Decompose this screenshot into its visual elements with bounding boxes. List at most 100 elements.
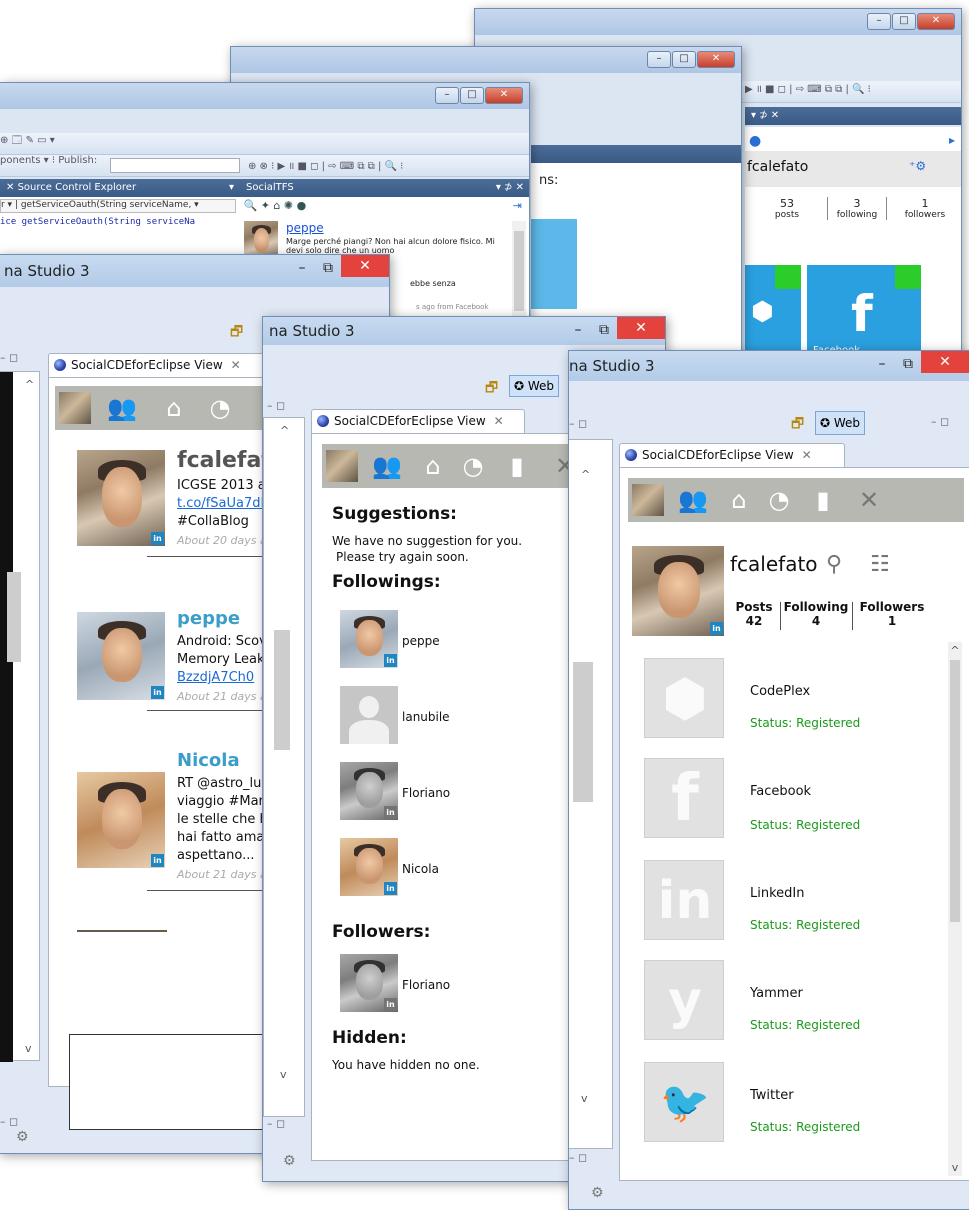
restore-button[interactable]: ⧉ bbox=[591, 322, 617, 338]
editor-minmax[interactable]: – ◻ bbox=[0, 351, 18, 364]
post-link[interactable]: t.co/fSaUa7dI bbox=[177, 496, 264, 511]
close-x-icon[interactable]: ✕ bbox=[854, 485, 884, 515]
following-avatar[interactable]: in bbox=[340, 610, 398, 668]
maximize-button[interactable]: □ bbox=[460, 87, 484, 104]
view-minmax[interactable]: – ◻ bbox=[931, 415, 949, 428]
status-bar-icon[interactable]: ⚙ bbox=[591, 1185, 604, 1201]
stat-posts-value: 42 bbox=[745, 614, 763, 628]
minimize-button[interactable]: – bbox=[647, 51, 671, 68]
close-button[interactable]: ✕ bbox=[485, 87, 523, 104]
perspective-switch-icon[interactable]: 🗗 bbox=[485, 377, 498, 401]
following-name[interactable]: Floriano bbox=[402, 786, 450, 800]
editor-minmax-bottom[interactable]: – ◻ bbox=[569, 1151, 587, 1164]
tab-socialcde-view[interactable]: SocialCDEforEclipse View ✕ bbox=[48, 353, 278, 377]
following-avatar[interactable]: in bbox=[340, 838, 398, 896]
home-icon[interactable]: ⌂ bbox=[724, 485, 754, 515]
close-button[interactable]: ✕ bbox=[921, 351, 969, 373]
status-bar-icon[interactable]: ⚙ bbox=[16, 1129, 29, 1145]
close-button[interactable]: ✕ bbox=[617, 317, 665, 339]
close-tab-icon[interactable]: ✕ bbox=[494, 414, 504, 428]
editor-minmax[interactable]: – ◻ bbox=[569, 417, 587, 430]
perspective-web-button[interactable]: ✪ Web bbox=[509, 375, 560, 397]
member-dropdown[interactable]: r ▾ | getServiceOauth(String serviceName… bbox=[0, 199, 236, 213]
scroll-thumb[interactable] bbox=[7, 572, 21, 662]
restore-button[interactable]: ⧉ bbox=[895, 356, 921, 372]
close-button[interactable]: ✕ bbox=[917, 13, 955, 30]
post-user-link[interactable]: peppe bbox=[286, 221, 324, 235]
clock-icon[interactable]: ◔ bbox=[458, 451, 488, 481]
service-tile-linkedin[interactable]: in bbox=[644, 860, 724, 940]
minimize-button[interactable]: – bbox=[867, 13, 891, 30]
following-avatar[interactable]: in bbox=[340, 762, 398, 820]
clock-icon[interactable]: ◔ bbox=[205, 393, 235, 423]
close-button[interactable]: ✕ bbox=[697, 51, 735, 68]
scroll-thumb[interactable] bbox=[573, 662, 593, 802]
settings-sliders-icon[interactable]: ☷ bbox=[870, 552, 890, 577]
services-scrollbar[interactable]: ^ v bbox=[948, 642, 962, 1176]
people-icon[interactable]: 👥 bbox=[678, 485, 708, 515]
user-avatar-button[interactable] bbox=[59, 392, 91, 424]
editor-minmax[interactable]: – ◻ bbox=[267, 399, 285, 412]
maximize-button[interactable]: □ bbox=[672, 51, 696, 68]
window-controls: – □ ✕ bbox=[435, 87, 523, 104]
perspective-switch-icon[interactable]: 🗗 bbox=[791, 413, 804, 437]
following-avatar[interactable] bbox=[340, 686, 398, 744]
post-link[interactable]: BzzdjA7Ch0 bbox=[177, 670, 254, 685]
tab-socialcde-view[interactable]: SocialCDEforEclipse View ✕ bbox=[619, 443, 845, 467]
maximize-button[interactable]: □ bbox=[892, 13, 916, 30]
expand-icon[interactable]: ▸ bbox=[949, 133, 955, 147]
tab-source-control-explorer[interactable]: ✕ Source Control Explorer ▾ bbox=[0, 179, 240, 197]
service-tile-twitter[interactable]: 🐦 bbox=[644, 1062, 724, 1142]
minimize-button[interactable]: – bbox=[565, 322, 591, 338]
following-name[interactable]: lanubile bbox=[402, 710, 450, 724]
editor-minmax-bottom[interactable]: – ◻ bbox=[0, 1115, 18, 1128]
scroll-down-arrow[interactable]: v bbox=[280, 1068, 287, 1081]
add-user-icon[interactable]: ⁺⚙ bbox=[909, 159, 926, 173]
following-name[interactable]: Nicola bbox=[402, 862, 439, 876]
restore-button[interactable]: ⧉ bbox=[315, 260, 341, 276]
status-bar-icon[interactable]: ⚙ bbox=[283, 1153, 296, 1169]
tab-socialcde-view[interactable]: SocialCDEforEclipse View ✕ bbox=[311, 409, 525, 433]
service-tile-facebook[interactable]: f Facebook bbox=[807, 265, 921, 357]
clock-icon[interactable]: ◔ bbox=[764, 485, 794, 515]
scroll-down-arrow[interactable]: v bbox=[948, 1161, 962, 1174]
follower-name[interactable]: Floriano bbox=[402, 978, 450, 992]
close-tab-icon[interactable]: ✕ bbox=[231, 358, 241, 372]
perspective-switch-icon[interactable]: 🗗 bbox=[230, 321, 243, 345]
service-name: Yammer bbox=[750, 986, 803, 1001]
service-tile-facebook[interactable]: f bbox=[644, 758, 724, 838]
search-icon[interactable]: ⚲ bbox=[826, 552, 842, 577]
minimize-button[interactable]: – bbox=[435, 87, 459, 104]
people-icon[interactable]: 👥 bbox=[372, 451, 402, 481]
home-icon[interactable]: ⌂ bbox=[418, 451, 448, 481]
scroll-up-arrow[interactable]: ^ bbox=[280, 424, 289, 437]
following-name[interactable]: peppe bbox=[402, 634, 440, 648]
scroll-up-arrow[interactable]: ^ bbox=[948, 644, 962, 657]
mouse-icon[interactable]: ▮ bbox=[808, 485, 838, 515]
scroll-thumb[interactable] bbox=[950, 660, 960, 922]
user-avatar-button[interactable] bbox=[632, 484, 664, 516]
publish-dropdown[interactable] bbox=[110, 158, 240, 173]
home-icon[interactable]: ⌂ bbox=[159, 393, 189, 423]
scroll-thumb[interactable] bbox=[274, 630, 290, 750]
service-tile-yammer[interactable]: y bbox=[644, 960, 724, 1040]
minimize-button[interactable]: – bbox=[869, 356, 895, 372]
scroll-down-arrow[interactable]: v bbox=[581, 1092, 588, 1105]
twitter-icon: 🐦 bbox=[660, 1080, 710, 1126]
post-user[interactable]: Nicola bbox=[177, 750, 240, 771]
close-tab-icon[interactable]: ✕ bbox=[802, 448, 812, 462]
post-user[interactable]: peppe bbox=[177, 608, 240, 629]
editor-minmax-bottom[interactable]: – ◻ bbox=[267, 1117, 285, 1130]
scroll-up-arrow[interactable]: ^ bbox=[581, 468, 590, 481]
people-icon[interactable]: 👥 bbox=[107, 393, 137, 423]
scroll-up-arrow[interactable]: ^ bbox=[25, 378, 34, 391]
close-button[interactable]: ✕ bbox=[341, 255, 389, 277]
tab-socialtfs[interactable]: SocialTFS ▾ ⊅ ✕ bbox=[240, 179, 529, 197]
perspective-web-button[interactable]: ✪ Web bbox=[815, 411, 866, 435]
follower-avatar[interactable]: in bbox=[340, 954, 398, 1012]
mouse-icon[interactable]: ▮ bbox=[502, 451, 532, 481]
service-tile-codeplex[interactable]: ⬢ bbox=[644, 658, 724, 738]
minimize-button[interactable]: – bbox=[289, 260, 315, 276]
scroll-down-arrow[interactable]: v bbox=[25, 1042, 32, 1055]
user-avatar-button[interactable] bbox=[326, 450, 358, 482]
